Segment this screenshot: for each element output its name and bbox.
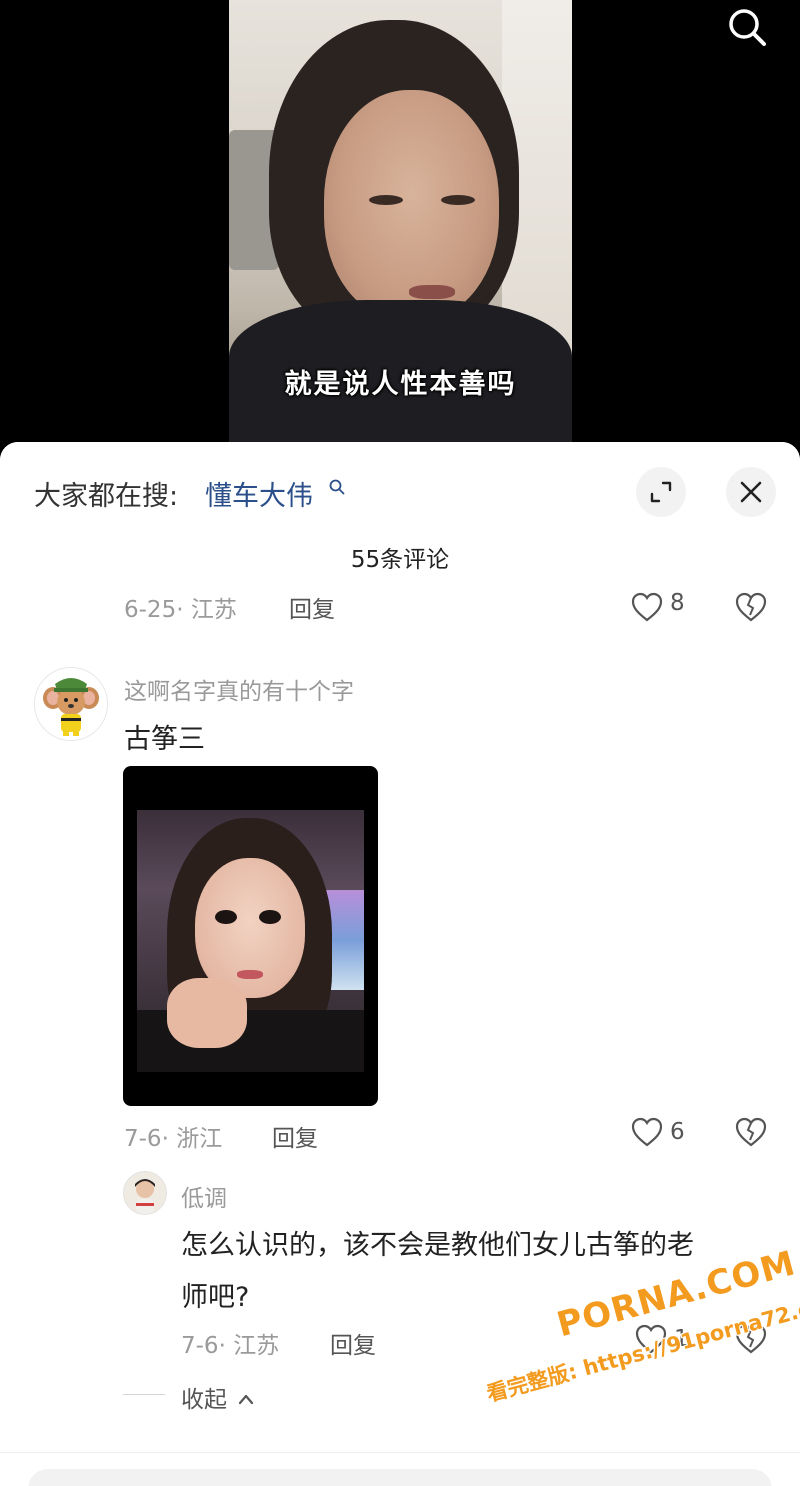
- trending-search-link[interactable]: 懂车大伟: [205, 474, 313, 513]
- small-search-icon[interactable]: [328, 478, 346, 496]
- photo-person-lips: [237, 970, 263, 979]
- comment-text: 古筝三: [124, 724, 205, 755]
- chevron-up-icon: [239, 1394, 254, 1405]
- reply-button[interactable]: 回复: [289, 590, 335, 624]
- comment-sheet: 大家都在搜: 懂车大伟 55条评论 6-25· 江苏 回复 8 这啊名字真的有十…: [0, 442, 800, 1486]
- reply-text-line: 师吧?: [181, 1282, 250, 1313]
- photo-person-hand: [167, 978, 247, 1048]
- like-count: 6: [670, 1119, 685, 1145]
- like-count: 1: [674, 1326, 689, 1352]
- photo-person-eye: [215, 910, 237, 924]
- close-button[interactable]: [726, 467, 776, 517]
- comment-image[interactable]: [123, 766, 378, 1106]
- comment-input[interactable]: [28, 1469, 772, 1486]
- heart-icon[interactable]: [634, 1323, 668, 1355]
- video-subtitle: 就是说人性本善吗: [284, 369, 517, 400]
- comment-date-location: 6-25· 江苏: [124, 597, 237, 623]
- video-person-eye: [369, 195, 403, 205]
- cartoon-mouse-avatar-icon: [35, 668, 107, 740]
- reply-button[interactable]: 回复: [330, 1326, 376, 1360]
- collapse-label: 收起: [181, 1387, 227, 1413]
- reply-username[interactable]: 低调: [181, 1179, 227, 1213]
- comment-input-bar: [0, 1452, 800, 1486]
- collapse-divider: [123, 1394, 165, 1395]
- expand-button[interactable]: [636, 467, 686, 517]
- collapse-replies-button[interactable]: 收起: [181, 1380, 254, 1414]
- video-person-mouth: [409, 285, 455, 299]
- close-icon: [740, 481, 762, 503]
- video-person-face: [324, 90, 499, 320]
- reply-text-line: 怎么认识的，该不会是教他们女儿古筝的老: [181, 1230, 694, 1261]
- heart-icon[interactable]: [630, 591, 664, 623]
- video-player[interactable]: 就是说人性本善吗: [0, 0, 800, 460]
- heart-icon[interactable]: [630, 1116, 664, 1148]
- broken-heart-icon[interactable]: [734, 1323, 768, 1355]
- child-avatar-icon: [124, 1172, 166, 1214]
- trending-search-label: 大家都在搜:: [34, 481, 179, 512]
- comment-count-title: 55条评论: [350, 547, 450, 573]
- comment-username[interactable]: 这啊名字真的有十个字: [124, 672, 354, 706]
- photo-person-eye: [259, 910, 281, 924]
- reply-button[interactable]: 回复: [272, 1119, 318, 1153]
- video-person-eye: [441, 195, 475, 205]
- expand-icon: [650, 481, 672, 503]
- like-count: 8: [670, 590, 685, 616]
- comment-date-location: 7-6· 浙江: [124, 1126, 223, 1152]
- comment-sheet-header: 大家都在搜: 懂车大伟 55条评论: [0, 442, 800, 582]
- avatar[interactable]: [123, 1171, 167, 1215]
- search-icon: [729, 9, 766, 46]
- search-button[interactable]: [726, 6, 770, 50]
- app-screen: 就是说人性本善吗 大家都在搜: 懂车大伟 55条评论 6-25· 江苏 回复 8…: [0, 0, 800, 1486]
- comment-photo: [137, 810, 364, 1072]
- avatar[interactable]: [34, 667, 108, 741]
- reply-date-location: 7-6· 江苏: [181, 1333, 280, 1359]
- broken-heart-icon[interactable]: [734, 1116, 768, 1148]
- broken-heart-icon[interactable]: [734, 591, 768, 623]
- previous-comment-meta: 6-25· 江苏 回复 8: [0, 587, 800, 627]
